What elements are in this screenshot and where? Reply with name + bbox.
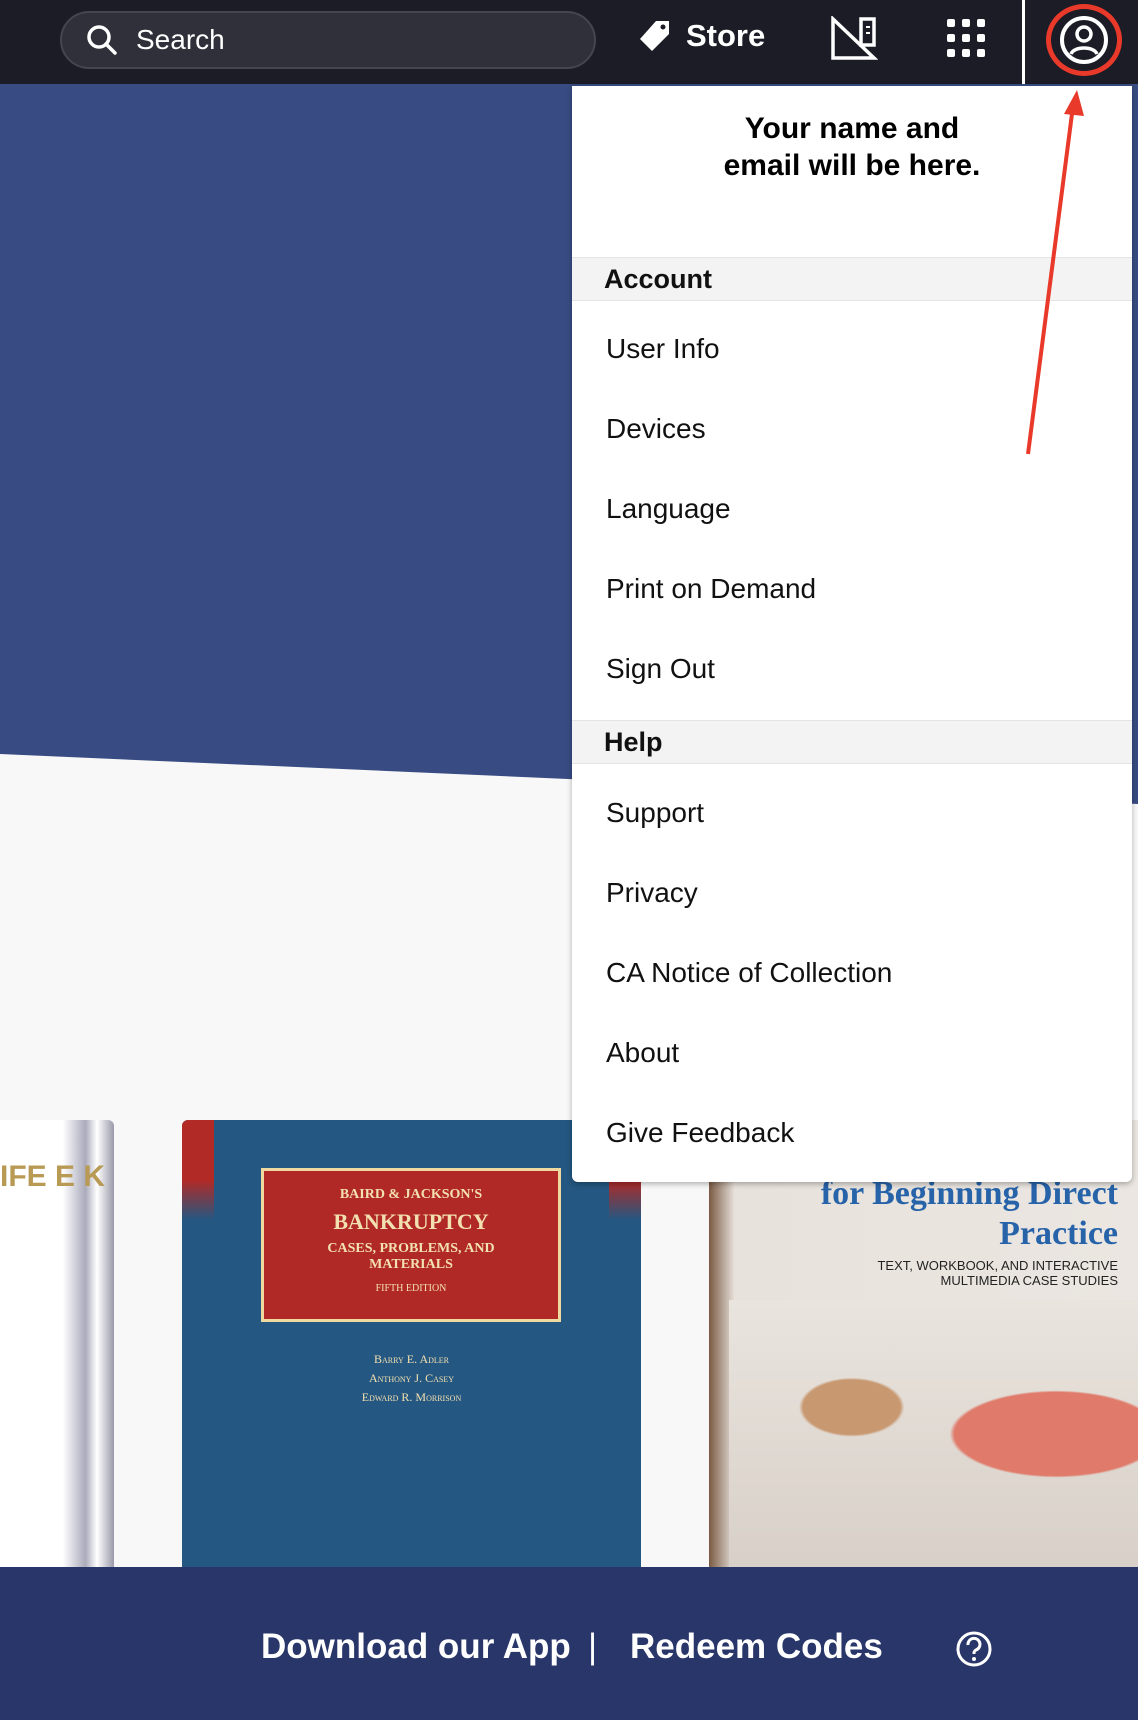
book-cover[interactable]: IFE E K xyxy=(0,1120,114,1568)
book-authors: Barry E. Adler Anthony J. Casey Edward R… xyxy=(182,1350,641,1407)
footer-separator: | xyxy=(588,1627,598,1666)
topbar-divider xyxy=(1022,0,1025,84)
book-subtitle: TEXT, WORKBOOK, AND INTERACTIVE MULTIMED… xyxy=(877,1258,1118,1288)
annotation-arrow-icon xyxy=(1026,90,1084,455)
download-app-link[interactable]: Download our App xyxy=(261,1627,571,1667)
book-cover-bankruptcy[interactable]: BAIRD & JACKSON'S BANKRUPTCY CASES, PROB… xyxy=(182,1120,641,1568)
menu-item-about[interactable]: About xyxy=(606,1037,679,1069)
menu-item-sign-out[interactable]: Sign Out xyxy=(606,653,715,685)
footer: Download our App | Redeem Codes xyxy=(0,1567,1138,1720)
book-title-box: BAIRD & JACKSON'S BANKRUPTCY CASES, PROB… xyxy=(261,1168,561,1322)
menu-item-language[interactable]: Language xyxy=(606,493,731,525)
redeem-codes-link[interactable]: Redeem Codes xyxy=(630,1627,883,1667)
menu-item-devices[interactable]: Devices xyxy=(606,413,706,445)
user-circle-icon xyxy=(1060,16,1108,64)
book-subtitle: CASES, PROBLEMS, AND MATERIALS xyxy=(327,1241,495,1272)
menu-item-print-on-demand[interactable]: Print on Demand xyxy=(606,573,816,605)
notes-icon[interactable] xyxy=(830,16,878,60)
section-header-help: Help xyxy=(572,720,1132,764)
author: Anthony J. Casey xyxy=(368,1371,454,1385)
menu-item-privacy[interactable]: Privacy xyxy=(606,877,698,909)
menu-item-give-feedback[interactable]: Give Feedback xyxy=(606,1117,794,1149)
search-input[interactable]: Search xyxy=(60,11,596,69)
menu-item-support[interactable]: Support xyxy=(606,797,704,829)
apps-grid-icon[interactable] xyxy=(946,18,986,58)
menu-item-ca-notice[interactable]: CA Notice of Collection xyxy=(606,957,892,989)
book-cover-text: IFE E K xyxy=(0,1160,106,1193)
book-cover-social-work[interactable]: Social Work Skills for Beginning Direct … xyxy=(709,1120,1138,1568)
author: Edward R. Morrison xyxy=(361,1390,462,1404)
book-series: BAIRD & JACKSON'S xyxy=(339,1187,483,1202)
search-icon xyxy=(87,25,117,55)
help-icon[interactable] xyxy=(955,1630,993,1668)
menu-item-user-info[interactable]: User Info xyxy=(606,333,720,365)
store-button[interactable]: Store xyxy=(638,18,765,54)
book-title: BANKRUPTCY xyxy=(333,1209,489,1234)
book-photo xyxy=(729,1300,1138,1568)
account-button[interactable] xyxy=(1046,4,1122,76)
search-placeholder: Search xyxy=(136,24,225,55)
tag-icon xyxy=(640,21,669,51)
author: Barry E. Adler xyxy=(373,1352,449,1366)
store-label: Store xyxy=(686,18,766,53)
top-bar: Search Store xyxy=(0,0,1138,84)
book-edition: FIFTH EDITION xyxy=(375,1283,447,1294)
